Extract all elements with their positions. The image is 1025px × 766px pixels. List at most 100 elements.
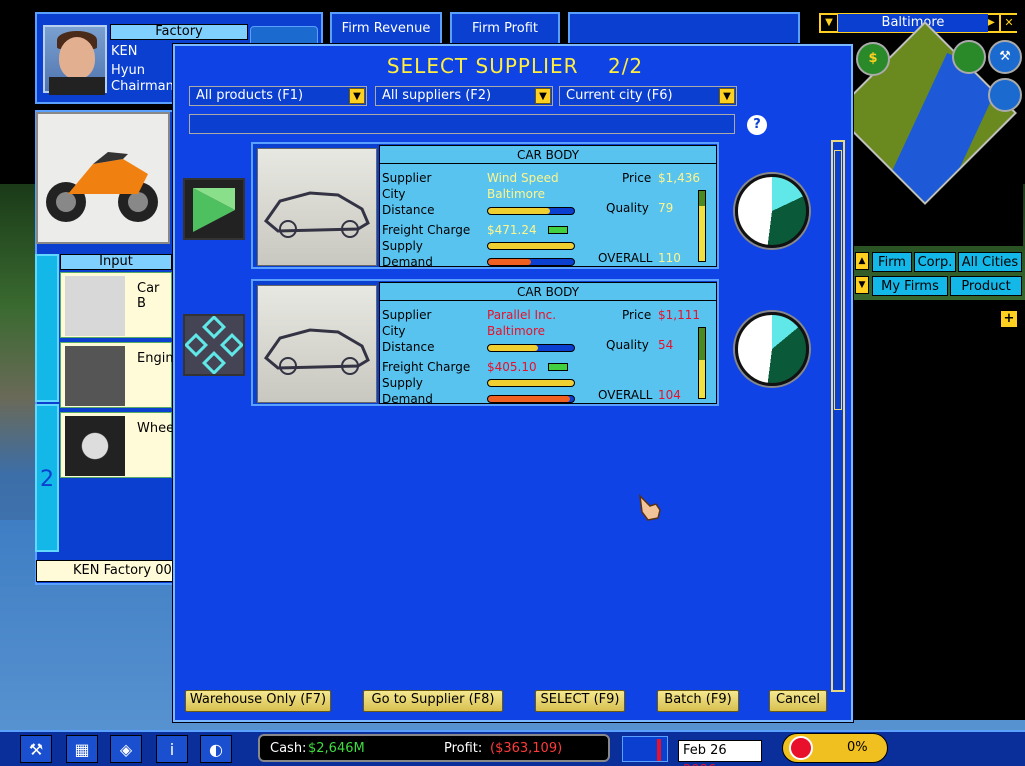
distance-bar-fill	[488, 345, 538, 351]
city-name: Baltimore	[838, 14, 988, 32]
sound-icon[interactable]: ◐	[200, 735, 232, 763]
grid-icon[interactable]: ▦	[66, 735, 98, 763]
tab-firm-profit[interactable]: Firm Profit	[450, 12, 560, 46]
filter-city-label: Current city (F6)	[566, 88, 673, 103]
map-black-area	[850, 300, 1025, 720]
factory-name-bar[interactable]: KEN Factory 001	[36, 560, 176, 582]
city-label: City	[382, 324, 406, 338]
alert-indicator[interactable]	[622, 736, 668, 762]
supply-label: Supply	[382, 376, 423, 390]
side-tab-2[interactable]: 2	[35, 404, 59, 552]
portrait-suit	[49, 77, 105, 95]
overall-label: OVERALL	[598, 251, 653, 265]
target-icon	[789, 736, 813, 760]
product-name: CAR BODY	[380, 283, 716, 301]
freight-value: $405.10	[487, 360, 537, 374]
tab-product[interactable]: Product	[950, 276, 1022, 296]
add-icon[interactable]: +	[1000, 310, 1018, 328]
demand-bar	[487, 258, 575, 266]
supply-bar-fill	[488, 380, 574, 386]
dialog-title-text: SELECT SUPPLIER	[386, 54, 579, 78]
tab-all-cities[interactable]: All Cities	[958, 252, 1022, 272]
scrollbar-thumb[interactable]	[834, 150, 842, 410]
product-name: CAR BODY	[380, 146, 716, 164]
side-tab-1[interactable]	[35, 254, 59, 402]
supplier-city: Baltimore	[487, 187, 546, 201]
city-label: City	[382, 187, 406, 201]
dialog-page: 2/2	[607, 54, 644, 78]
cash-profit-bar: Cash: $2,646M Profit: ($363,109)	[258, 734, 610, 762]
overall-value: 104	[658, 388, 681, 402]
chart-icon[interactable]	[952, 40, 986, 74]
supplier-logo	[183, 178, 245, 240]
engine-thumb	[65, 346, 125, 406]
tab-firm-revenue-label: Firm Revenue	[341, 21, 431, 36]
ceo-name: Hyun	[111, 63, 145, 78]
menu-arrow-icon[interactable]: ▼	[821, 15, 837, 31]
input-row[interactable]: Engin	[60, 342, 174, 408]
speed-control[interactable]: 0%	[782, 733, 888, 763]
input-header: Input	[60, 254, 172, 270]
supplier-info: CAR BODY Supplier City Distance Freight …	[379, 282, 717, 406]
demand-bar-fill	[488, 259, 531, 265]
tab-corp[interactable]: Corp.	[914, 252, 956, 272]
supplier-city: Baltimore	[487, 324, 546, 338]
input-row[interactable]: Car B	[60, 272, 172, 338]
percent-value: 0%	[847, 740, 868, 755]
help-icon[interactable]: ?	[747, 115, 767, 135]
quality-label: Quality	[606, 338, 649, 352]
top-right-panel	[568, 12, 800, 46]
quality-gauge	[698, 190, 706, 262]
distance-bar-fill	[488, 208, 550, 214]
dialog-scrollbar[interactable]	[831, 140, 845, 692]
supply-bar	[487, 379, 575, 387]
go-to-supplier-button[interactable]: Go to Supplier (F8)	[363, 690, 503, 712]
tools-icon[interactable]: ⚒	[20, 735, 52, 763]
filter-city[interactable]: Current city (F6) ▼	[559, 86, 737, 106]
supplier-card[interactable]: CAR BODY Supplier City Distance Freight …	[251, 142, 719, 269]
supplier-label: Supplier	[382, 171, 432, 185]
overall-label: OVERALL	[598, 388, 653, 402]
distance-bar	[487, 207, 575, 215]
car-body-icon	[263, 328, 370, 375]
dropdown-arrow-icon: ▼	[535, 88, 551, 104]
warehouse-only-button[interactable]: Warehouse Only (F7)	[185, 690, 331, 712]
supplier-logo	[183, 314, 245, 376]
tab-my-firms[interactable]: My Firms	[872, 276, 948, 296]
price-value: $1,111	[658, 308, 700, 322]
cash-label: Cash:	[270, 741, 307, 756]
search-input[interactable]	[189, 114, 735, 134]
filter-products[interactable]: All products (F1) ▼	[189, 86, 367, 106]
freight-indicator	[548, 363, 568, 371]
tab-firm[interactable]: Firm	[872, 252, 912, 272]
scroll-down-icon[interactable]: ▼	[855, 276, 869, 294]
cancel-button[interactable]: Cancel	[769, 690, 827, 712]
cash-value: $2,646M	[308, 741, 365, 756]
supplier-card[interactable]: CAR BODY Supplier City Distance Freight …	[251, 279, 719, 406]
batch-button[interactable]: Batch (F9)	[657, 690, 739, 712]
supplier-name: Wind Speed	[487, 171, 559, 185]
supply-bar	[487, 242, 575, 250]
freight-value: $471.24	[487, 223, 537, 237]
alert-bar	[657, 739, 661, 761]
hand-cursor-icon	[636, 492, 664, 522]
motorcycle-icon	[46, 152, 158, 222]
map-icon[interactable]: ◈	[110, 735, 142, 763]
close-icon[interactable]: ✕	[1001, 15, 1017, 31]
info-icon[interactable]: i	[156, 735, 188, 763]
market-share-pie	[735, 312, 809, 386]
filter-suppliers[interactable]: All suppliers (F2) ▼	[375, 86, 553, 106]
input-row[interactable]: Wheel	[60, 412, 178, 478]
pickaxe-icon[interactable]: ⚒	[988, 40, 1022, 74]
dropdown-arrow-icon: ▼	[719, 88, 735, 104]
scroll-up-icon[interactable]: ▲	[855, 252, 869, 270]
select-button[interactable]: SELECT (F9)	[535, 690, 625, 712]
tab-firm-revenue[interactable]: Firm Revenue	[330, 12, 442, 46]
money-icon[interactable]: $	[856, 42, 890, 76]
wrench-icon[interactable]	[988, 78, 1022, 112]
demand-bar	[487, 395, 575, 403]
filter-suppliers-label: All suppliers (F2)	[382, 88, 492, 103]
triangle-logo-icon	[185, 180, 243, 238]
ceo-portrait[interactable]	[43, 25, 107, 95]
quality-gauge-fill	[699, 360, 705, 398]
